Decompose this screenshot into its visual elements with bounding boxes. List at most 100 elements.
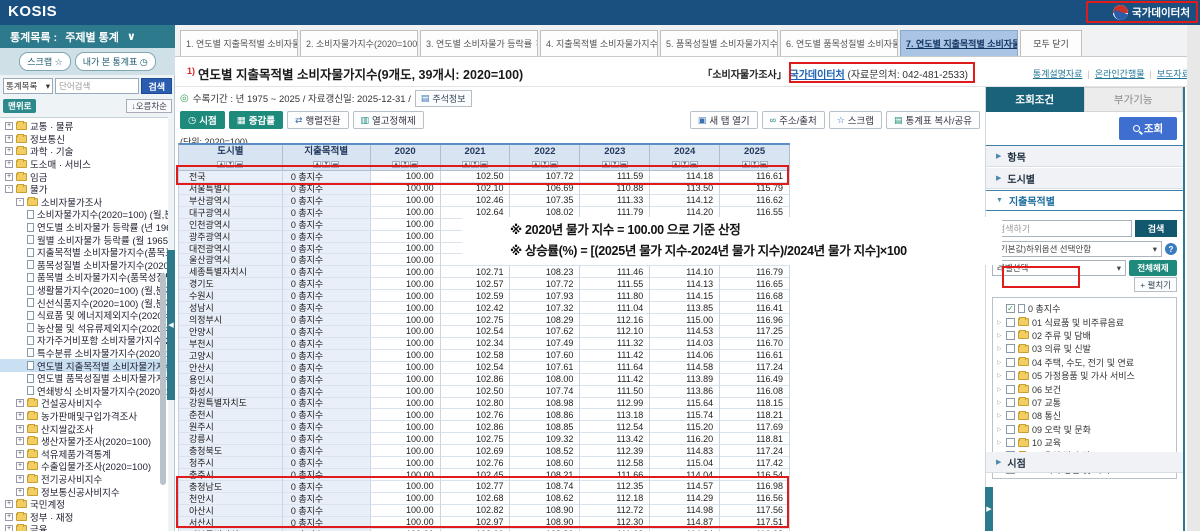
header-year-2022[interactable]: 2022▲▼▬ [510,145,580,171]
table-row[interactable]: 부천시0 총지수100.00102.34107.49111.32114.0311… [178,338,790,350]
tree-item[interactable]: 월별 소비자물가 등락률 (월 1965. [0,233,168,246]
tab-sheet-3[interactable]: 3. 연도별 소비자물가 등락률✕ [420,30,538,56]
tree-item[interactable]: 소비자물가지수(2020=100) (월,분 [0,208,168,221]
purpose-checkbox-item[interactable]: ▷03 의류 및 신발 [997,342,1176,355]
table-row[interactable]: 원주시0 총지수100.00102.86108.85112.54115.2011… [178,421,790,433]
header-city[interactable]: 도시별▲▼▬ [179,145,283,171]
table-row[interactable]: 서산시0 총지수100.00102.97108.90112.30114.8711… [178,517,790,529]
purpose-checkbox-item[interactable]: ✓0 총지수 [997,302,1176,315]
tree-expander-icon[interactable]: - [5,185,13,193]
tree-expander-icon[interactable]: + [16,450,24,458]
section-city[interactable]: ▶도시별 [986,168,1183,189]
sort-desc-icon[interactable]: ▼ [471,161,479,168]
sort-clear-icon[interactable]: ▬ [690,161,698,168]
stats-list-header[interactable]: 통계목록 : 주제별 통계 ∨ [0,25,175,48]
table-row[interactable]: 전국0 총지수100.00102.50107.72111.59114.18116… [178,171,790,183]
viewed-tables-button[interactable]: 내가 본 통계표 ◷ [75,52,156,71]
checkbox[interactable] [1006,425,1015,434]
sort-asc-icon[interactable]: ▲ [313,161,321,168]
sort-clear-icon[interactable]: ▬ [760,161,768,168]
header-year-2023[interactable]: 2023▲▼▬ [580,145,650,171]
tree-item[interactable]: +전기공사비지수 [0,473,168,486]
checkbox[interactable] [1006,371,1015,380]
tab-query-conditions[interactable]: 조회조건 [986,87,1084,112]
tree-expander-icon[interactable]: + [5,122,13,130]
table-row[interactable]: 세종특별자치시0 총지수100.00102.71108.23111.46114.… [178,266,790,278]
table-row[interactable]: 충주시0 총지수100.00102.45108.21111.66114.0411… [178,469,790,481]
tree-item[interactable]: +정부 · 재정 [0,510,168,523]
purpose-checkbox-item[interactable]: ▷04 주택, 수도, 전기 및 연료 [997,356,1176,369]
tree-item[interactable]: -물가 [0,183,168,196]
table-row[interactable]: 고양시0 총지수100.00102.58107.60111.42114.0611… [178,350,790,362]
sort-clear-icon[interactable]: ▬ [410,161,418,168]
tree-item[interactable]: +국민계정 [0,498,168,511]
tree-item[interactable]: 특수분류 소비자물가지수(2020=1 [0,347,168,360]
sort-desc-icon[interactable]: ▼ [541,161,549,168]
sort-desc-icon[interactable]: ▼ [322,161,330,168]
tab-sheet-2[interactable]: 2. 소비자물가지수(2020=100)✕ [300,30,418,56]
chevron-down-icon[interactable]: ∨ [127,30,136,43]
stats-doc-link[interactable]: 통계설명자료 [1033,67,1083,80]
tree-expander-icon[interactable]: + [16,399,24,407]
sub-option-select[interactable]: (기본값)하위옵션 선택안함▾ [992,241,1162,257]
sidebar-search-button[interactable]: 검색 [141,78,172,94]
kosis-logo[interactable]: KOSIS [8,3,57,20]
tree-item[interactable]: +과학 · 기술 [0,145,168,158]
sort-asc-icon[interactable]: ▲ [462,161,470,168]
tree-expander-icon[interactable]: + [5,525,13,531]
tab-sheet-5[interactable]: 5. 품목성질별 소비자물가지수(…✕ [660,30,778,56]
gov-data-badge[interactable]: 국가데이터처 [1107,2,1196,23]
section-item[interactable]: ▶항목 [986,146,1183,167]
purpose-checkbox-item[interactable]: ▷07 교통 [997,396,1176,409]
close-all-tabs-button[interactable]: 모두 닫기 [1020,30,1082,56]
sort-ascending-button[interactable]: ↓오름차순 [126,99,172,113]
table-row[interactable]: 경기도0 총지수100.00102.57107.72111.55114.1311… [178,278,790,290]
table-row[interactable]: 의정부시0 총지수100.00102.75108.29112.16115.001… [178,314,790,326]
sort-asc-icon[interactable]: ▲ [742,161,750,168]
tree-item[interactable]: 연도별 품목성질별 소비자물가지수 [0,372,168,385]
table-row[interactable]: 충청북도0 총지수100.00102.69108.52112.39114.831… [178,445,790,457]
to-top-button[interactable]: 맨위로 [3,99,36,113]
table-row[interactable]: 충청남도0 총지수100.00102.77108.74112.35114.571… [178,481,790,493]
tree-expander-icon[interactable]: + [5,500,13,508]
scrap-button[interactable]: 스크랩 ☆ [19,52,70,71]
table-row[interactable]: 성남시0 총지수100.00102.42107.32111.04113.8511… [178,302,790,314]
tree-item[interactable]: 농산물 및 석유류제외지수(2020=1 [0,322,168,335]
time-button[interactable]: ◷시점 [180,111,225,129]
table-row[interactable]: 천안시0 총지수100.00102.68108.62112.18114.2911… [178,493,790,505]
sort-asc-icon[interactable]: ▲ [532,161,540,168]
source-org-link[interactable]: 국가데이터처 [790,70,845,81]
tab-sheet-1[interactable]: 1. 연도별 지출목적별 소비자물…✕ [180,30,298,56]
tree-item[interactable]: +금융 [0,523,168,531]
sidebar-collapse-handle[interactable]: ◀ [167,250,175,400]
section-purpose[interactable]: ▼지출목적별 [986,190,1183,211]
tree-expander-icon[interactable]: + [5,160,13,168]
tree-item[interactable]: +정보통신공사비지수 [0,485,168,498]
tree-item[interactable]: 품목별 소비자물가지수(품목성질별 [0,271,168,284]
table-row[interactable]: 청주시0 총지수100.00102.76108.60112.58115.0411… [178,457,790,469]
clear-all-button[interactable]: 전체해제 [1129,260,1177,276]
sort-asc-icon[interactable]: ▲ [602,161,610,168]
tab-sheet-6[interactable]: 6. 연도별 품목성질별 소비자물…✕ [780,30,898,56]
purpose-checkbox-item[interactable]: ▷02 주류 및 담배 [997,329,1176,342]
header-purpose[interactable]: 지출목적별▲▼▬ [283,145,371,171]
sort-clear-icon[interactable]: ▬ [480,161,488,168]
checkbox[interactable] [1006,358,1015,367]
tree-item[interactable]: 연도별 소비자물가 등락률 (년 196 [0,221,168,234]
expand-all-button[interactable]: + 펼치기 [1134,277,1177,292]
table-row[interactable]: 화성시0 총지수100.00102.50107.74111.50113.8611… [178,386,790,398]
tree-expander-icon[interactable]: + [16,462,24,470]
sort-clear-icon[interactable]: ▬ [550,161,558,168]
tree-item[interactable]: +교통 · 물류 [0,120,168,133]
tree-expander-icon[interactable]: + [5,147,13,155]
tree-item[interactable]: +임금 [0,170,168,183]
table-row[interactable]: 아산시0 총지수100.00102.82108.90112.72114.9811… [178,505,790,517]
checkbox[interactable] [1006,344,1015,353]
table-row[interactable]: 수원시0 총지수100.00102.59107.93111.80114.1511… [178,290,790,302]
tree-expander-icon[interactable]: + [5,173,13,181]
press-release-link[interactable]: 보도자료 [1157,67,1190,80]
table-row[interactable]: 강원특별자치도0 총지수100.00102.80108.98112.99115.… [178,398,790,410]
change-rate-button[interactable]: ▦증감률 [229,111,283,129]
purpose-checkbox-item[interactable]: ▷08 통신 [997,409,1176,422]
tree-item[interactable]: +수출입물가조사(2020=100) [0,460,168,473]
